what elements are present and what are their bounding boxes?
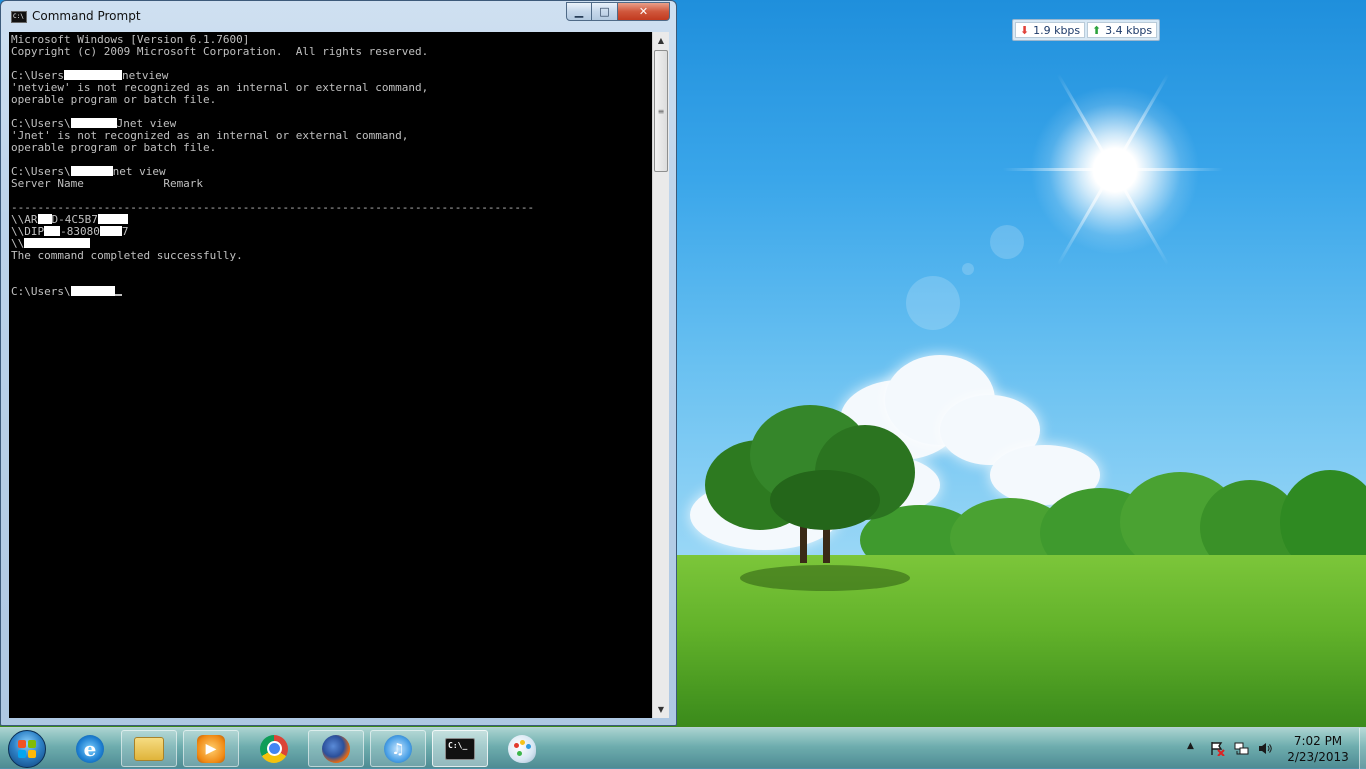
console-line: operable program or batch file.: [11, 141, 217, 154]
download-rate: ⬇ 1.9 kbps: [1015, 22, 1085, 38]
command-prompt-window[interactable]: C:\ Command Prompt ▁ □ ✕ Microsoft Windo…: [0, 0, 677, 726]
console-line: Copyright (c) 2009 Microsoft Corporation…: [11, 45, 429, 58]
taskbar-firefox[interactable]: [308, 730, 364, 767]
upload-rate: ⬆ 3.4 kbps: [1087, 22, 1157, 38]
text-cursor: [114, 294, 122, 296]
windows-logo-icon: [18, 740, 36, 758]
download-arrow-icon: ⬇: [1019, 23, 1030, 37]
console-line: The command completed successfully.: [11, 249, 243, 262]
taskbar-media-player[interactable]: ▶: [183, 730, 239, 767]
window-title: Command Prompt: [32, 9, 141, 23]
volume-icon[interactable]: [1257, 740, 1273, 756]
maximize-button[interactable]: □: [592, 2, 618, 21]
upload-rate-value: 3.4 kbps: [1105, 23, 1153, 37]
console-line: operable program or batch file.: [11, 93, 217, 106]
redacted-text: [24, 238, 91, 248]
command-prompt-icon: C:\_: [445, 737, 475, 760]
console-output[interactable]: Microsoft Windows [Version 6.1.7600] Cop…: [9, 32, 652, 718]
console-text: Microsoft Windows [Version 6.1.7600] Cop…: [11, 34, 534, 298]
vertical-scrollbar[interactable]: ▲ ≡ ▼: [652, 32, 669, 718]
internet-explorer-icon: e: [76, 734, 104, 763]
clock-time: 7:02 PM: [1293, 734, 1343, 748]
scrollbar-thumb[interactable]: ≡: [654, 50, 668, 172]
show-desktop-button[interactable]: [1359, 728, 1366, 769]
close-button[interactable]: ✕: [618, 2, 670, 21]
show-hidden-icons-arrow-icon[interactable]: ▲: [1187, 741, 1194, 751]
tree-crown: [770, 470, 880, 530]
download-rate-value: 1.9 kbps: [1033, 23, 1081, 37]
redacted-username: [70, 286, 115, 296]
chrome-icon: [260, 734, 288, 763]
itunes-icon: ♫: [384, 734, 412, 763]
taskbar-windows-explorer[interactable]: [121, 730, 177, 767]
scroll-down-arrow-icon[interactable]: ▼: [653, 701, 669, 717]
window-controls: ▁ □ ✕: [566, 2, 670, 21]
lens-flare: [962, 263, 974, 275]
scroll-up-arrow-icon[interactable]: ▲: [653, 32, 669, 48]
notification-area: ▲ 7:02 PM 2/23/2013: [1183, 728, 1366, 769]
redacted-username: [70, 118, 117, 128]
server-entry-part: 7: [121, 225, 129, 238]
redacted-username: [63, 70, 122, 80]
media-player-icon: ▶: [197, 734, 225, 763]
upload-arrow-icon: ⬆: [1091, 23, 1102, 37]
net-view-header: Server Name Remark: [11, 177, 204, 190]
redacted-text: [44, 226, 61, 236]
taskbar-itunes[interactable]: ♫: [370, 730, 426, 767]
folder-icon: [134, 736, 164, 761]
clock-date: 2/23/2013: [1287, 750, 1349, 764]
lens-flare: [906, 276, 960, 330]
network-icon[interactable]: [1233, 740, 1249, 756]
taskbar-paint[interactable]: [494, 730, 550, 767]
action-center-flag-icon[interactable]: [1209, 740, 1225, 756]
taskbar-chrome[interactable]: [246, 730, 302, 767]
taskbar: e ▶ ♫ C:\_ ▲ 7:02 PM 2/23/2013: [0, 727, 1366, 769]
minimize-button[interactable]: ▁: [566, 2, 592, 21]
tree-shadow: [740, 565, 910, 591]
paint-palette-icon: [508, 734, 536, 763]
redacted-text: [99, 226, 122, 236]
lens-flare: [990, 225, 1024, 259]
title-bar[interactable]: C:\ Command Prompt ▁ □ ✕: [1, 1, 676, 31]
network-meter-gadget[interactable]: ⬇ 1.9 kbps ⬆ 3.4 kbps: [1012, 19, 1160, 41]
redacted-text: [37, 214, 52, 224]
start-button[interactable]: [8, 730, 46, 768]
firefox-icon: [322, 734, 350, 763]
taskbar-internet-explorer[interactable]: e: [62, 730, 118, 767]
taskbar-command-prompt[interactable]: C:\_: [432, 730, 488, 767]
redacted-text: [97, 214, 128, 224]
redacted-username: [70, 166, 113, 176]
system-clock[interactable]: 7:02 PM 2/23/2013: [1283, 733, 1353, 765]
server-entry-part: -83080: [60, 225, 100, 238]
cmd-window-icon[interactable]: C:\: [11, 11, 27, 23]
console-prompt: C:\Users\: [11, 285, 71, 298]
